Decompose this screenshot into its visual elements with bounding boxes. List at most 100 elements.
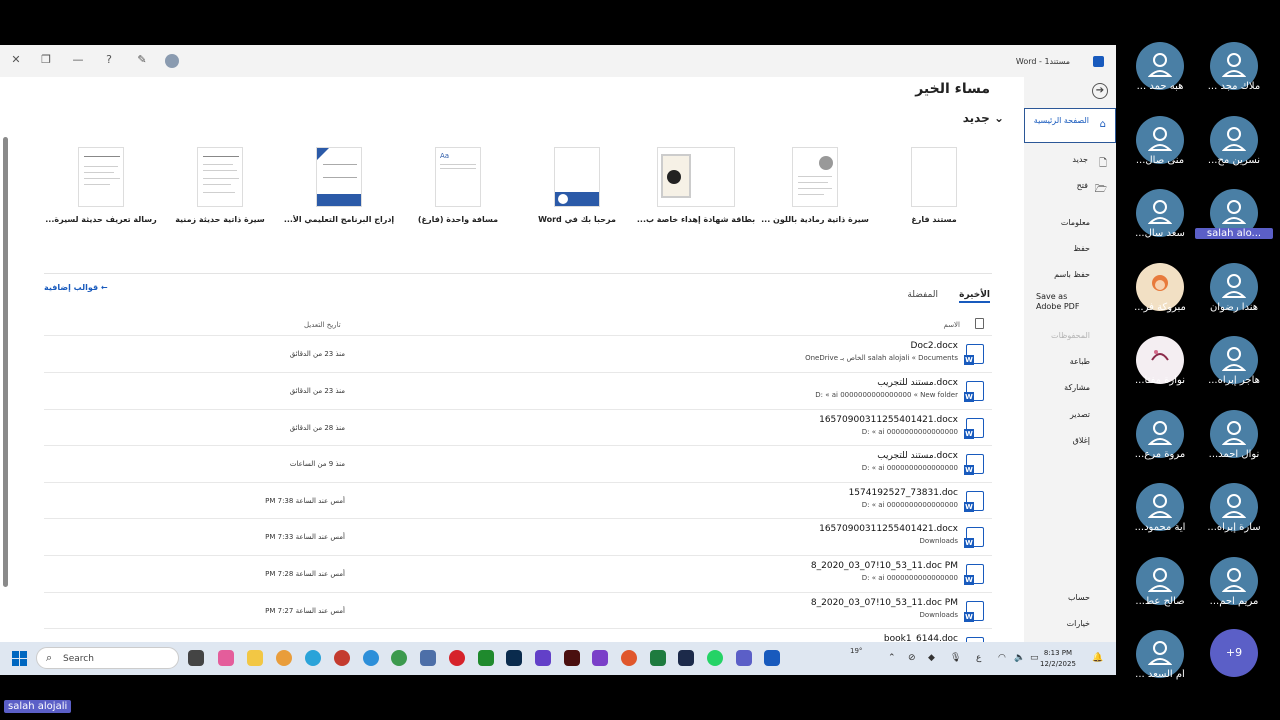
account-avatar[interactable] bbox=[165, 54, 179, 68]
template-cover-letter[interactable]: رسالة تعريف حديثة لسيرة... bbox=[41, 147, 161, 229]
chevron-up-icon[interactable]: ⌃ bbox=[888, 653, 896, 663]
microphone-icon[interactable]: 🎙 bbox=[950, 653, 961, 663]
participant-tile[interactable]: نوارة مفتا... bbox=[1123, 336, 1197, 406]
sidebar-item-new[interactable]: 🗋 جديد bbox=[1024, 155, 1116, 169]
battery-icon[interactable]: ▭ bbox=[1030, 653, 1039, 663]
more-participants-button[interactable]: +9 bbox=[1210, 629, 1258, 677]
column-header-date[interactable]: تاريخ التعديل bbox=[304, 321, 341, 329]
participant-tile[interactable]: آية محمود... bbox=[1123, 483, 1197, 553]
file-row[interactable]: book1_6144.doc bbox=[44, 628, 992, 642]
app-icon[interactable] bbox=[592, 650, 608, 666]
taskbar-search[interactable]: ⌕ Search bbox=[36, 647, 179, 669]
file-row[interactable]: مستند للتجريب.docx D: « ai 0000000000000… bbox=[44, 372, 992, 408]
sidebar-item-options[interactable]: خيارات bbox=[1024, 619, 1116, 628]
participant-tile[interactable]: مريم احم... bbox=[1197, 557, 1271, 627]
participant-tile[interactable]: صالح عط... bbox=[1123, 557, 1197, 627]
copilot-icon[interactable] bbox=[218, 650, 234, 666]
task-view-icon[interactable] bbox=[188, 650, 204, 666]
teams-icon[interactable] bbox=[736, 650, 752, 666]
template-welcome-to-word[interactable]: مرحباً بك في Word bbox=[517, 147, 637, 229]
sidebar-item-save-as[interactable]: حفظ باسم bbox=[1024, 270, 1116, 279]
sidebar-item-print[interactable]: طباعة bbox=[1024, 357, 1116, 366]
notification-icon[interactable]: 🔔 bbox=[1092, 653, 1103, 663]
sidebar-item-save[interactable]: حفظ bbox=[1024, 244, 1116, 253]
template-chronological-resume[interactable]: سيرة ذاتية حديثة زمنية bbox=[160, 147, 280, 229]
participant-tile[interactable]: ملاك مجد ... bbox=[1197, 42, 1271, 112]
file-explorer-icon[interactable] bbox=[247, 650, 263, 666]
photoshop-icon[interactable] bbox=[506, 650, 522, 666]
app-icon[interactable] bbox=[420, 650, 436, 666]
firefox-icon[interactable] bbox=[621, 650, 637, 666]
minimize-icon[interactable]: — bbox=[70, 53, 86, 66]
participant-tile[interactable]: مروة مرع... bbox=[1123, 410, 1197, 480]
whatsapp-icon[interactable] bbox=[707, 650, 723, 666]
participant-tile[interactable]: منى صال... bbox=[1123, 116, 1197, 186]
app-icon[interactable] bbox=[276, 650, 292, 666]
sidebar-item-open[interactable]: 🗁 فتح bbox=[1024, 181, 1116, 195]
participant-tile[interactable]: سارة إبراه... bbox=[1197, 483, 1271, 553]
excel-icon[interactable] bbox=[650, 650, 666, 666]
participant-tile[interactable]: هاجر إبراه... bbox=[1197, 336, 1271, 406]
sidebar-item-save-as-pdf[interactable]: Save as Adobe PDF bbox=[1024, 292, 1116, 312]
telegram-icon[interactable] bbox=[305, 650, 321, 666]
app-icon[interactable] bbox=[535, 650, 551, 666]
feedback-icon[interactable]: ✎ bbox=[134, 53, 150, 66]
template-thumbnail bbox=[657, 147, 735, 207]
sidebar-item-info[interactable]: معلومات bbox=[1024, 218, 1116, 227]
clock[interactable]: 8:13 PM 12/2/2025 bbox=[1040, 648, 1076, 670]
security-icon[interactable]: ◆ bbox=[928, 653, 935, 663]
participant-tile[interactable]: هبه حمد ... bbox=[1123, 42, 1197, 112]
sidebar-item-close[interactable]: إغلاق bbox=[1024, 436, 1116, 445]
help-icon[interactable]: ? bbox=[101, 53, 117, 66]
close-icon[interactable]: ✕ bbox=[8, 53, 24, 66]
participant-tile[interactable]: نسرين مح... bbox=[1197, 116, 1271, 186]
tab-favorites[interactable]: المفضلة bbox=[907, 290, 938, 300]
participant-tile[interactable]: هندا رضوان bbox=[1197, 263, 1271, 333]
illustrator-icon[interactable] bbox=[564, 650, 580, 666]
template-gift-certificate[interactable]: بطاقة شهادة إهداء خاصة ب... bbox=[636, 147, 756, 229]
column-header-name[interactable]: الاسم bbox=[944, 321, 960, 329]
xbox-icon[interactable] bbox=[478, 650, 494, 666]
file-modified-date: أمس عند الساعة 7:38 PM bbox=[265, 497, 345, 505]
edge-icon[interactable] bbox=[363, 650, 379, 666]
sidebar-item-home[interactable]: ⌂ الصفحة الرئيسية bbox=[1024, 108, 1116, 143]
template-single-spaced[interactable]: Aa مسافة واحدة (فارغ) bbox=[398, 147, 518, 229]
file-name: 8_2020_03_07!10_53_11.doc PM bbox=[810, 598, 958, 608]
file-row[interactable]: 16570900311255401421.docx Downloads أمس … bbox=[44, 518, 992, 554]
vertical-scrollbar[interactable] bbox=[3, 137, 8, 587]
opera-icon[interactable] bbox=[449, 650, 465, 666]
file-row[interactable]: مستند للتجريب.docx D: « ai 0000000000000… bbox=[44, 445, 992, 481]
file-row[interactable]: 16570900311255401421.docx D: « ai 000000… bbox=[44, 409, 992, 445]
word-taskbar-icon[interactable] bbox=[764, 650, 780, 666]
wifi-icon[interactable]: ◠ bbox=[998, 653, 1006, 663]
volume-icon[interactable]: 🔈 bbox=[1014, 653, 1025, 663]
template-resume-gray[interactable]: سيرة ذاتية رمادية باللون ... bbox=[755, 147, 875, 229]
file-row[interactable]: Doc2.docx OneDrive الخاص بـ salah alojal… bbox=[44, 335, 992, 371]
sidebar-item-export[interactable]: تصدير bbox=[1024, 410, 1116, 419]
participant-tile[interactable]: أم السعد ... bbox=[1123, 630, 1197, 700]
language-indicator[interactable]: ع bbox=[976, 653, 981, 663]
participant-tile[interactable]: مبروكة فر... bbox=[1123, 263, 1197, 333]
windows-start-icon[interactable] bbox=[12, 651, 27, 666]
network-off-icon[interactable]: ⊘ bbox=[908, 653, 916, 663]
participant-tile[interactable]: salah alo... bbox=[1195, 189, 1273, 259]
file-row[interactable]: 8_2020_03_07!10_53_11.doc PM Downloads أ… bbox=[44, 592, 992, 628]
new-section-header[interactable]: ⌄ جديد bbox=[963, 111, 1004, 125]
template-blank[interactable]: مستند فارغ bbox=[874, 147, 994, 229]
file-row[interactable]: 8_2020_03_07!10_53_11.doc PM D: « ai 000… bbox=[44, 555, 992, 591]
back-arrow-icon[interactable]: ➔ bbox=[1092, 83, 1108, 99]
more-templates-link[interactable]: ← قوالب إضافية bbox=[44, 283, 108, 292]
participant-tile[interactable]: نوال احمد... bbox=[1197, 410, 1271, 480]
file-row[interactable]: 1574192527_73831.doc D: « ai 00000000000… bbox=[44, 482, 992, 518]
participant-name: سعد سال... bbox=[1135, 228, 1185, 239]
participant-tile[interactable]: سعد سال... bbox=[1123, 189, 1197, 259]
tab-recent[interactable]: الأخيرة bbox=[959, 290, 990, 303]
weather-temp[interactable]: 19° bbox=[850, 647, 862, 655]
template-toc-tutorial[interactable]: إدراج البرنامج التعليمي الأ... bbox=[279, 147, 399, 229]
chrome-icon[interactable] bbox=[391, 650, 407, 666]
sidebar-item-share[interactable]: مشاركة bbox=[1024, 383, 1116, 392]
restore-icon[interactable]: ❐ bbox=[38, 53, 54, 66]
app-icon[interactable] bbox=[678, 650, 694, 666]
app-p-icon[interactable] bbox=[334, 650, 350, 666]
sidebar-item-account[interactable]: حساب bbox=[1024, 593, 1116, 602]
